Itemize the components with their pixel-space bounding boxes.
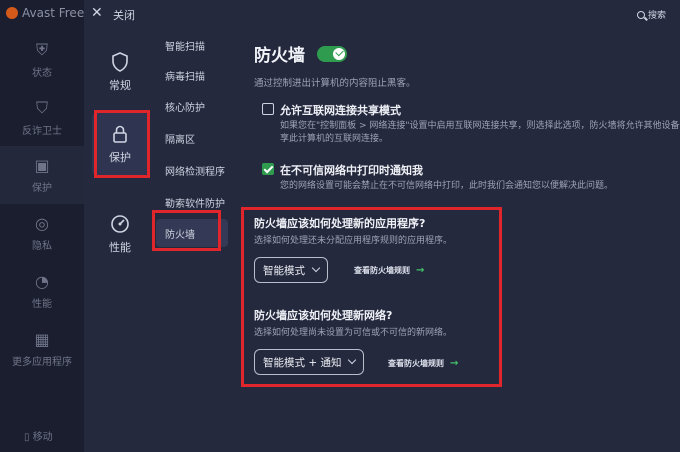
settings-panel: ✕ 关闭 搜索 常规 保护 性能 智能扫描 病毒扫描 核心防护 隔离区 网络检测… <box>84 0 680 452</box>
option-title: 允许互联网连接共享模式 <box>280 104 401 117</box>
background-nav-protection: ▣ 保护 <box>0 146 84 204</box>
background-nav-privacy: ◎ 隐私 <box>32 214 52 252</box>
background-nav-status: ⛨ 状态 <box>32 39 52 79</box>
shield-alert-icon: ⛉ <box>35 97 48 117</box>
chevron-down-icon <box>311 263 321 273</box>
apps-mode-select[interactable]: 智能模式 <box>254 257 328 283</box>
subnav-virus-scan[interactable]: 病毒扫描 <box>156 61 228 89</box>
shield-icon: ⛨ <box>35 39 48 59</box>
chevron-down-icon <box>348 355 357 365</box>
view-firewall-rules-link[interactable]: 查看防火墙规则 → <box>354 265 424 276</box>
phone-icon: ▯ <box>24 432 33 443</box>
page-description: 通过控制进出计算机的内容阻止黑客。 <box>254 78 416 89</box>
grid-icon: ▦ <box>34 330 50 349</box>
subnav-network-inspector[interactable]: 网络检测程序 <box>156 156 228 184</box>
subnav-smart-scan[interactable]: 智能扫描 <box>156 31 228 59</box>
print-notify-checkbox[interactable] <box>262 163 274 175</box>
apps-section-title: 防火墙应该如何处理新的应用程序? <box>254 217 426 230</box>
view-firewall-rules-link-2[interactable]: 查看防火墙规则 → <box>388 358 458 369</box>
gauge-icon <box>111 214 129 233</box>
background-nav: ⛨ 状态 ⛉ 反诈卫士 ▣ 保护 ◎ 隐私 ◔ 性能 ▦ 更多应用程序 <box>0 30 84 378</box>
subnav-firewall[interactable]: 防火墙 <box>156 219 228 247</box>
networks-mode-select[interactable]: 智能模式 + 通知 <box>254 349 365 375</box>
category-performance[interactable]: 性能 <box>92 202 148 266</box>
networks-section-title: 防火墙应该如何处理新网络? <box>254 309 393 322</box>
arrow-right-icon: → <box>416 265 425 276</box>
close-icon[interactable]: ✕ <box>91 5 103 21</box>
option-description: 如果您在"控制面板 > 网络连接"设置中启用互联网连接共享，则选择此选项，防火墙… <box>280 121 680 144</box>
close-button[interactable]: 关闭 <box>113 7 135 23</box>
networks-section-description: 选择如何处理尚未设置为可信或不可信的新网络。 <box>254 328 453 338</box>
search-icon <box>636 10 645 19</box>
page-title: 防火墙 <box>254 46 305 66</box>
background-nav-more-apps: ▦ 更多应用程序 <box>12 330 72 368</box>
avast-logo-icon <box>6 7 18 19</box>
fingerprint-icon: ◎ <box>35 214 49 233</box>
subnav-quarantine[interactable]: 隔离区 <box>156 124 228 152</box>
topbar: ✕ 关闭 搜索 <box>84 0 680 30</box>
gauge-icon: ◔ <box>35 272 49 291</box>
category-protection[interactable]: 保护 <box>92 112 148 176</box>
subnav-ransomware-shield[interactable]: 勒索软件防护 <box>156 188 228 216</box>
lock-icon <box>113 125 127 143</box>
subnav-core-shields[interactable]: 核心防护 <box>156 92 228 120</box>
title-row: 防火墙 <box>254 41 347 66</box>
arrow-right-icon: → <box>450 358 459 369</box>
shield-icon <box>112 51 128 72</box>
firewall-toggle[interactable] <box>317 45 347 62</box>
background-app-title: Avast Free <box>6 6 84 20</box>
check-icon <box>333 47 345 60</box>
lock-icon: ▣ <box>34 156 50 175</box>
background-mobile: ▯ 移动 <box>24 432 53 443</box>
search-button[interactable]: 搜索 <box>636 8 666 21</box>
option-description: 您的网络设置可能会禁止在不可信网络中打印，此时我们会通知您以便解决此问题。 <box>280 181 614 191</box>
apps-section-description: 选择如何处理还未分配应用程序规则的应用程序。 <box>254 236 453 246</box>
option-title: 在不可信网络中打印时通知我 <box>280 164 423 177</box>
background-nav-performance: ◔ 性能 <box>32 272 52 310</box>
background-nav-scam: ⛉ 反诈卫士 <box>22 97 62 137</box>
category-general[interactable]: 常规 <box>92 40 148 104</box>
ics-checkbox[interactable] <box>262 103 274 115</box>
